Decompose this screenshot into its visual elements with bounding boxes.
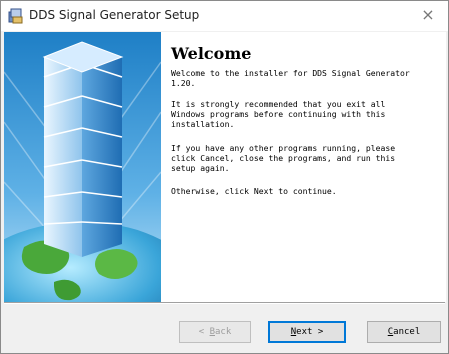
next-button-label: ext >	[296, 327, 324, 337]
footer-divider-highlight	[4, 303, 445, 304]
back-button[interactable]: < Back	[179, 321, 251, 343]
continue-instructions-text: Otherwise, click Next to continue.	[171, 186, 337, 196]
close-icon[interactable]: ×	[414, 5, 442, 25]
cancel-instructions-text: If you have any other programs running, …	[171, 143, 396, 173]
installer-icon	[8, 8, 24, 24]
cancel-button-label: ancel	[393, 327, 421, 337]
cancel-button[interactable]: Cancel	[367, 321, 441, 343]
wizard-banner-image	[4, 32, 161, 302]
window-title: DDS Signal Generator Setup	[29, 8, 200, 22]
back-button-label: ack	[215, 327, 232, 337]
title-bar: DDS Signal Generator Setup ×	[1, 1, 448, 31]
welcome-panel: Welcome Welcome to the installer for DDS…	[161, 32, 446, 302]
next-button[interactable]: Next >	[268, 321, 346, 343]
exit-programs-text: It is strongly recommended that you exit…	[171, 99, 386, 129]
intro-text: Welcome to the installer for DDS Signal …	[171, 68, 410, 88]
back-button-prefix: <	[198, 327, 210, 337]
setup-window: DDS Signal Generator Setup × Welcome Wel…	[0, 0, 449, 354]
page-title: Welcome	[171, 44, 252, 63]
